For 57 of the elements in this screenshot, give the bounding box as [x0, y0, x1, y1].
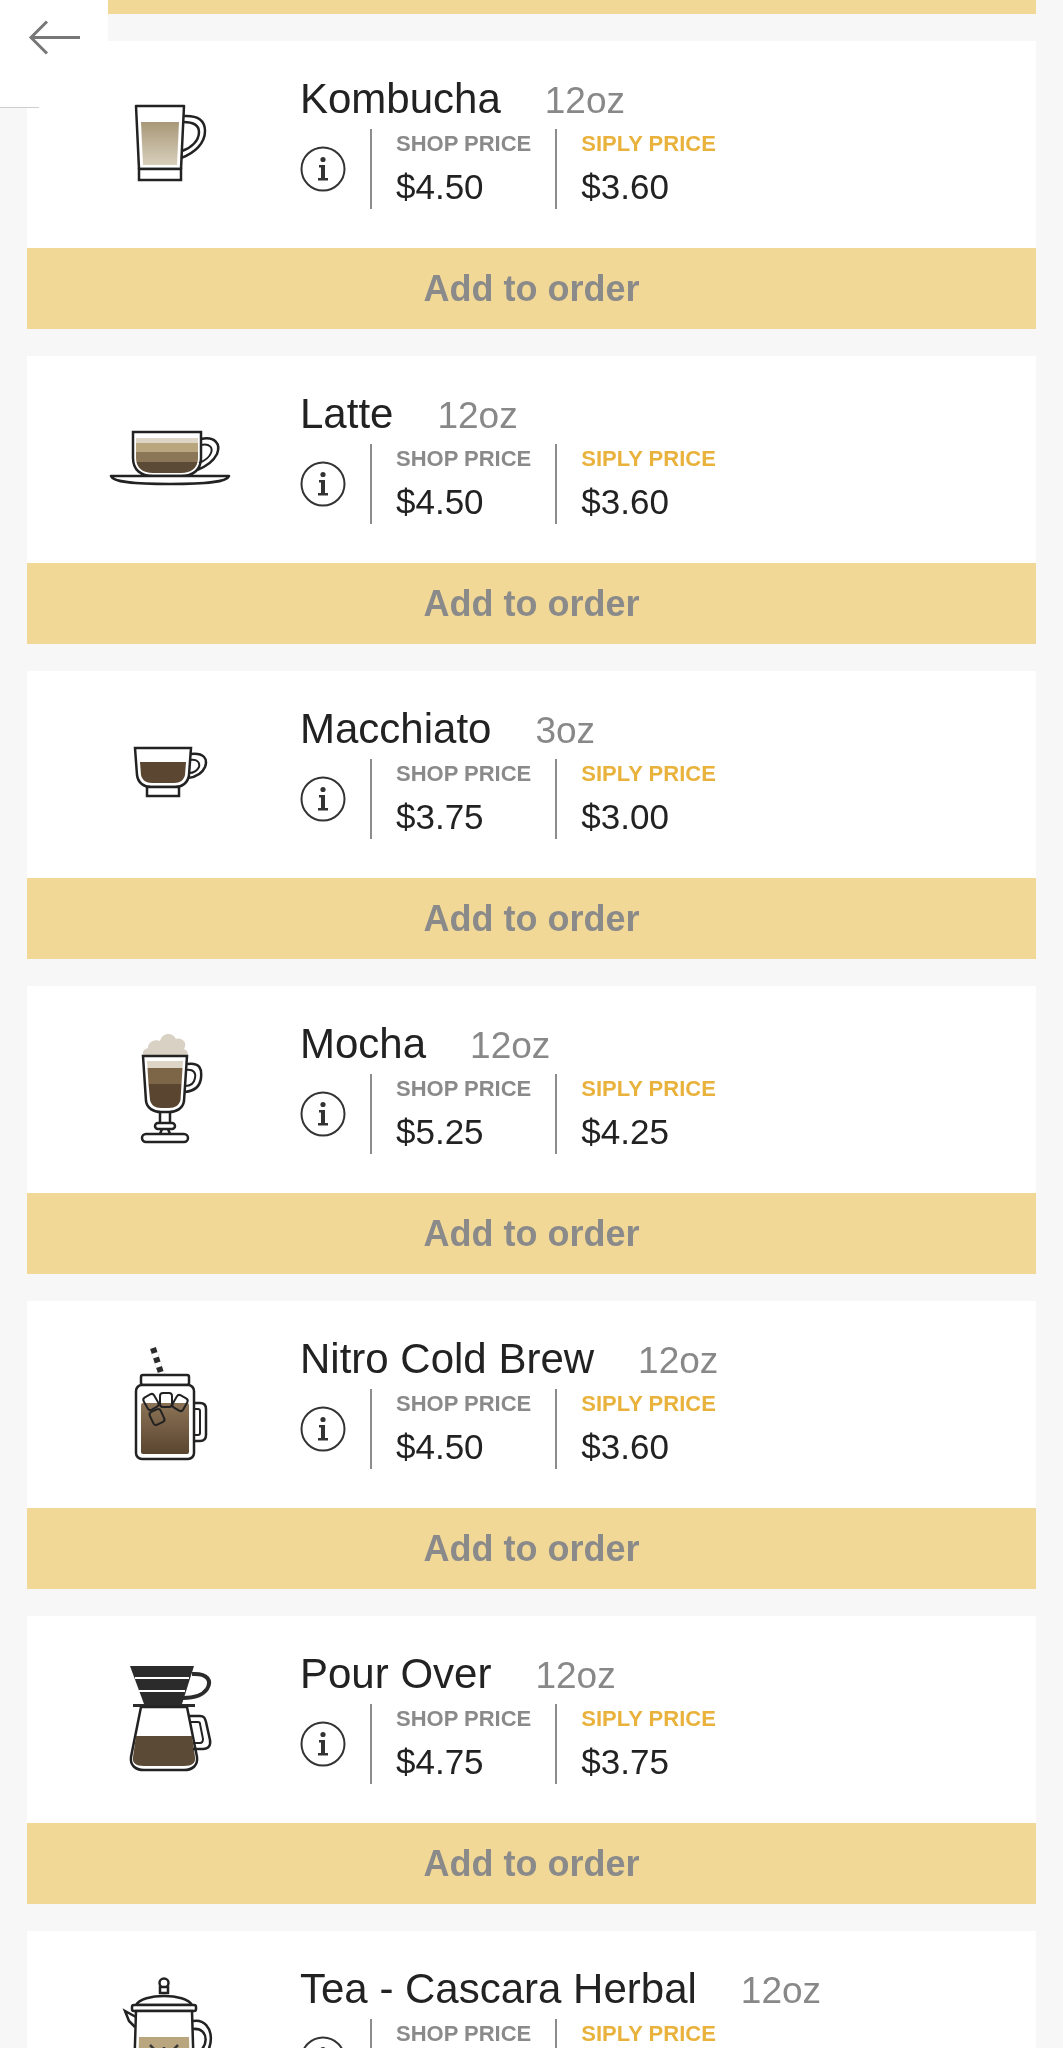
glass-mug-icon: [133, 102, 207, 183]
espresso-cup-icon: [131, 745, 209, 800]
drink-name: Pour Over: [300, 1650, 492, 1698]
price-value: $5.25: [396, 1112, 484, 1152]
price-label: SHOP PRICE: [396, 2021, 532, 2047]
add-to-order-button[interactable]: Add to order: [27, 563, 1036, 644]
drink-name: Kombucha: [300, 75, 501, 123]
drink-name: Macchiato: [300, 705, 492, 753]
price-label: SHOP PRICE: [396, 761, 532, 787]
drink-name: Nitro Cold Brew: [300, 1335, 595, 1383]
drink-size: 12oz: [740, 1969, 822, 2013]
price-label: SIPLY PRICE: [581, 1706, 716, 1732]
cup-and-saucer-icon: [109, 429, 231, 486]
price-value: $4.50: [396, 482, 484, 522]
info-icon[interactable]: [300, 1406, 346, 1452]
drink-size: 12oz: [535, 1654, 616, 1698]
drink-size: 12oz: [544, 79, 626, 123]
drink-size: 3oz: [535, 709, 596, 753]
mason-jar-icon: [132, 1344, 208, 1461]
add-to-order-button[interactable]: Add to order: [27, 248, 1036, 329]
info-icon[interactable]: [300, 1091, 346, 1137]
price-value: $4.50: [396, 167, 484, 207]
price-label: SIPLY PRICE: [581, 2021, 716, 2047]
price-value: $3.75: [581, 1742, 669, 1782]
price-label: SIPLY PRICE: [581, 446, 716, 472]
price-label: SIPLY PRICE: [581, 761, 716, 787]
info-icon[interactable]: [300, 1721, 346, 1767]
add-to-order-button[interactable]: Add to order: [27, 1193, 1036, 1274]
price-label: SHOP PRICE: [396, 1706, 532, 1732]
info-icon[interactable]: [300, 461, 346, 507]
drink-size: 12oz: [470, 1024, 551, 1068]
drink-name: Mocha: [300, 1020, 427, 1068]
price-value: $3.00: [581, 797, 669, 837]
price-value: $4.25: [581, 1112, 669, 1152]
price-label: SHOP PRICE: [396, 446, 532, 472]
drink-size: 12oz: [638, 1339, 719, 1383]
price-value: $3.75: [396, 797, 484, 837]
price-label: SHOP PRICE: [396, 1391, 532, 1417]
price-value: $3.60: [581, 482, 669, 522]
price-label: SHOP PRICE: [396, 131, 532, 157]
info-icon[interactable]: [300, 776, 346, 822]
back-arrow-icon: [27, 19, 81, 56]
drink-name: Tea - Cascara Herbal: [300, 1965, 697, 2013]
price-label: SIPLY PRICE: [581, 1391, 716, 1417]
price-label: SHOP PRICE: [396, 1076, 532, 1102]
price-label: SIPLY PRICE: [581, 1076, 716, 1102]
price-value: $3.60: [581, 167, 669, 207]
add-to-order-button[interactable]: Add to order: [27, 878, 1036, 959]
price-value: $4.75: [396, 1742, 484, 1782]
price-value: $4.50: [396, 1427, 484, 1467]
info-icon[interactable]: [300, 146, 346, 192]
add-to-order-button[interactable]: Add to order: [27, 1823, 1036, 1904]
add-to-order-button[interactable]: Add to order: [27, 1508, 1036, 1589]
price-value: $3.60: [581, 1427, 669, 1467]
price-label: SIPLY PRICE: [581, 131, 716, 157]
drink-size: 12oz: [437, 394, 518, 438]
drink-name: Latte: [300, 390, 394, 438]
